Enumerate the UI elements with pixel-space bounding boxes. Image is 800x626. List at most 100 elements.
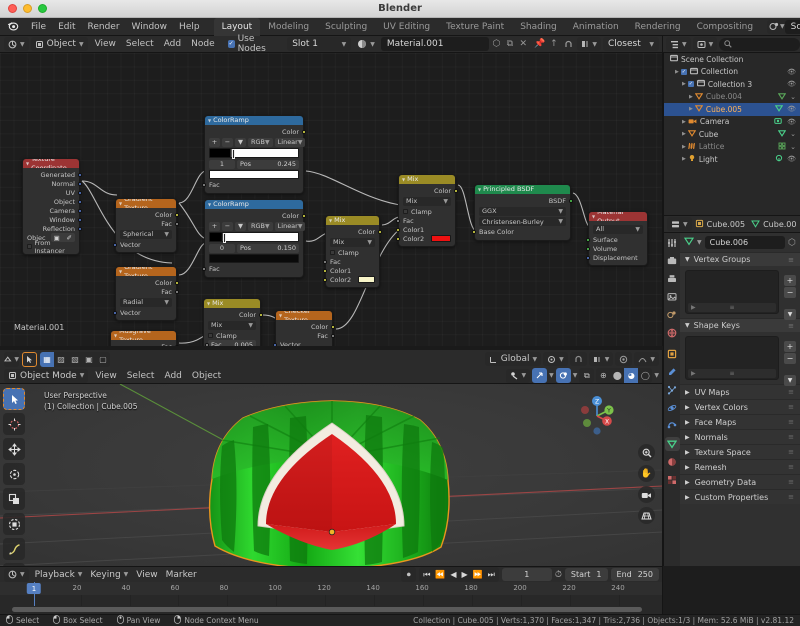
workspace-tab-uv-editing[interactable]: UV Editing: [375, 18, 438, 36]
pan-hand-icon[interactable]: ✋: [638, 465, 655, 482]
node-socket[interactable]: [331, 333, 335, 338]
viewport-menu-select[interactable]: Select: [122, 371, 160, 381]
shape-keys-specials-button[interactable]: ▼: [784, 375, 796, 386]
tab-physics[interactable]: [665, 401, 680, 415]
tab-tool[interactable]: [665, 236, 680, 250]
shading-mode-group[interactable]: ⊕ ⬤ ◕ ◯: [596, 368, 653, 383]
node-header[interactable]: ▼ Mix: [204, 299, 260, 308]
node-socket-row[interactable]: Color: [204, 310, 263, 319]
panel-header-shape-keys[interactable]: ▼ Shape Keys ≡: [680, 318, 800, 332]
chevron-right-icon[interactable]: ▶: [691, 304, 696, 311]
snap-element-selector[interactable]: ▼: [577, 37, 601, 51]
tool-scale-icon[interactable]: [3, 488, 25, 510]
outliner-item-camera[interactable]: ▶ Camera 👁: [664, 116, 800, 129]
play-icon[interactable]: ▶: [460, 570, 470, 579]
colorramp-gradient-bar[interactable]: [209, 148, 299, 159]
area-split-horizontal-left[interactable]: [0, 346, 663, 350]
viewport-nav-buttons[interactable]: ✋: [638, 444, 655, 524]
navigation-gizmo[interactable]: Z Y X: [573, 392, 621, 440]
visibility-eye-icon[interactable]: 👁: [787, 118, 796, 126]
vertex-groups-list[interactable]: ▶ ≡: [685, 270, 779, 314]
node-socket-row[interactable]: Reflection: [23, 224, 82, 233]
properties-editor-type-selector[interactable]: ▼: [667, 217, 692, 231]
node-socket[interactable]: [323, 268, 327, 273]
node-socket[interactable]: [302, 129, 306, 134]
outliner-search-input[interactable]: [719, 37, 800, 51]
node-menu-add[interactable]: Add: [159, 39, 186, 49]
collapse-triangle-icon[interactable]: ▼: [402, 175, 405, 184]
node-socket-row[interactable]: Object: [23, 197, 82, 206]
camera-view-icon[interactable]: [638, 486, 655, 503]
node-socket-row[interactable]: Color2: [396, 234, 455, 243]
node-socket[interactable]: [78, 190, 82, 195]
viewport-menu-add[interactable]: Add: [159, 371, 186, 381]
colorramp-interpolation-selector[interactable]: Linear ▼: [274, 221, 306, 231]
from-instancer-checkbox[interactable]: [27, 244, 32, 249]
node-socket[interactable]: [202, 183, 206, 187]
viewport-gizmo-selector[interactable]: ▼: [505, 368, 531, 383]
node-socket[interactable]: [302, 213, 306, 218]
chevron-right-icon[interactable]: ▶: [691, 370, 696, 377]
collapse-triangle-icon[interactable]: ▼: [329, 216, 332, 225]
timeline-editor-type-selector[interactable]: ▼: [4, 567, 29, 582]
node-socket-row[interactable]: Fac: [116, 287, 179, 296]
duplicate-material-icon[interactable]: ⧉: [504, 37, 515, 51]
panel-header-vertex-groups[interactable]: ▼ Vertex Groups ≡: [680, 252, 800, 266]
node-socket-row[interactable]: Volume: [586, 244, 647, 253]
collapse-triangle-icon[interactable]: ▼: [26, 159, 29, 168]
shading-wireframe-icon[interactable]: ⊕: [596, 368, 610, 383]
timeline-menu-keying[interactable]: Keying ▼: [86, 568, 132, 582]
node-socket[interactable]: [323, 277, 327, 282]
tab-object[interactable]: [665, 347, 680, 361]
outliner-item-collection[interactable]: ▶ ✓ Collection 👁: [664, 66, 800, 79]
panel-header-geometry-data[interactable]: ▶ Geometry Data ≡: [680, 474, 800, 489]
frame-start-field[interactable]: Start 1: [564, 568, 608, 581]
object-field-row[interactable]: Objec ▣ ✐: [23, 233, 79, 242]
colorramp-stop-marker[interactable]: [223, 233, 227, 243]
node-socket-row[interactable]: Fac: [323, 257, 379, 266]
node-texture-coordinate-0[interactable]: ▼Texture CoordinateGeneratedNormalUVObje…: [22, 158, 82, 255]
node-header[interactable]: ▼Gradient Texture: [116, 267, 176, 276]
timeline-menu-marker[interactable]: Marker: [162, 568, 201, 582]
node-socket[interactable]: [78, 199, 82, 204]
tool-rotate-icon[interactable]: [3, 463, 25, 485]
node-socket[interactable]: [113, 242, 117, 247]
timeline-body[interactable]: 20 40 60 80 100 120 140 160 180 200 220 240 1: [0, 582, 663, 614]
expand-triangle-icon[interactable]: ▶: [682, 119, 686, 125]
visibility-eye-icon[interactable]: 👁: [787, 155, 796, 163]
tool-tweak-icon[interactable]: [3, 388, 25, 410]
outliner-data-icon[interactable]: [777, 92, 787, 102]
add-stop-button[interactable]: +: [209, 221, 220, 231]
collection-checkbox[interactable]: ✓: [680, 68, 687, 75]
menu-window[interactable]: Window: [126, 20, 174, 34]
properties-body[interactable]: ▼ Cube.006 ⬡ ▼ Vertex Groups ≡ ▶ ≡ + − ▼ ▼ Shape …: [680, 233, 800, 566]
remove-stop-button[interactable]: −: [222, 221, 233, 231]
workspace-tab-texture-paint[interactable]: Texture Paint: [438, 18, 512, 36]
eyedropper-icon[interactable]: ✐: [67, 234, 72, 242]
node-socket[interactable]: [78, 181, 82, 186]
collapse-triangle-icon[interactable]: ▼: [119, 267, 122, 276]
tab-material[interactable]: [665, 455, 680, 469]
node-header[interactable]: ▼Gradient Texture: [116, 199, 176, 208]
workspace-tab-shading[interactable]: Shading: [512, 18, 565, 36]
collapse-triangle-icon[interactable]: ▼: [207, 299, 210, 308]
tab-object-data[interactable]: [664, 437, 680, 451]
pin-icon[interactable]: 📌: [534, 37, 545, 51]
expand-triangle-icon[interactable]: ▶: [689, 94, 693, 100]
collapse-triangle-icon[interactable]: ▼: [119, 199, 122, 208]
tab-render[interactable]: [665, 254, 680, 268]
expand-triangle-icon[interactable]: ▶: [675, 69, 679, 75]
node-dropdown[interactable]: Mix ▼: [208, 320, 256, 330]
shader-type-selector[interactable]: Object ▼: [30, 37, 88, 51]
node-dropdown[interactable]: Mix ▼: [403, 196, 451, 206]
pivot-point-selector[interactable]: ▼: [543, 352, 568, 366]
outliner-data-icon[interactable]: [777, 129, 787, 139]
node-header[interactable]: ▼ Mix: [326, 216, 379, 225]
node-socket[interactable]: [175, 280, 179, 285]
collapse-triangle-icon[interactable]: ▼: [208, 116, 211, 125]
node-socket-row[interactable]: Base Color: [472, 228, 570, 237]
material-name-field[interactable]: Material.001: [380, 37, 489, 51]
node-socket[interactable]: [78, 208, 82, 213]
tab-view-layer[interactable]: [665, 290, 680, 304]
node-musgrave-texture-3[interactable]: ▼Musgrave TextureFac3D▼fBM▼: [110, 330, 179, 346]
